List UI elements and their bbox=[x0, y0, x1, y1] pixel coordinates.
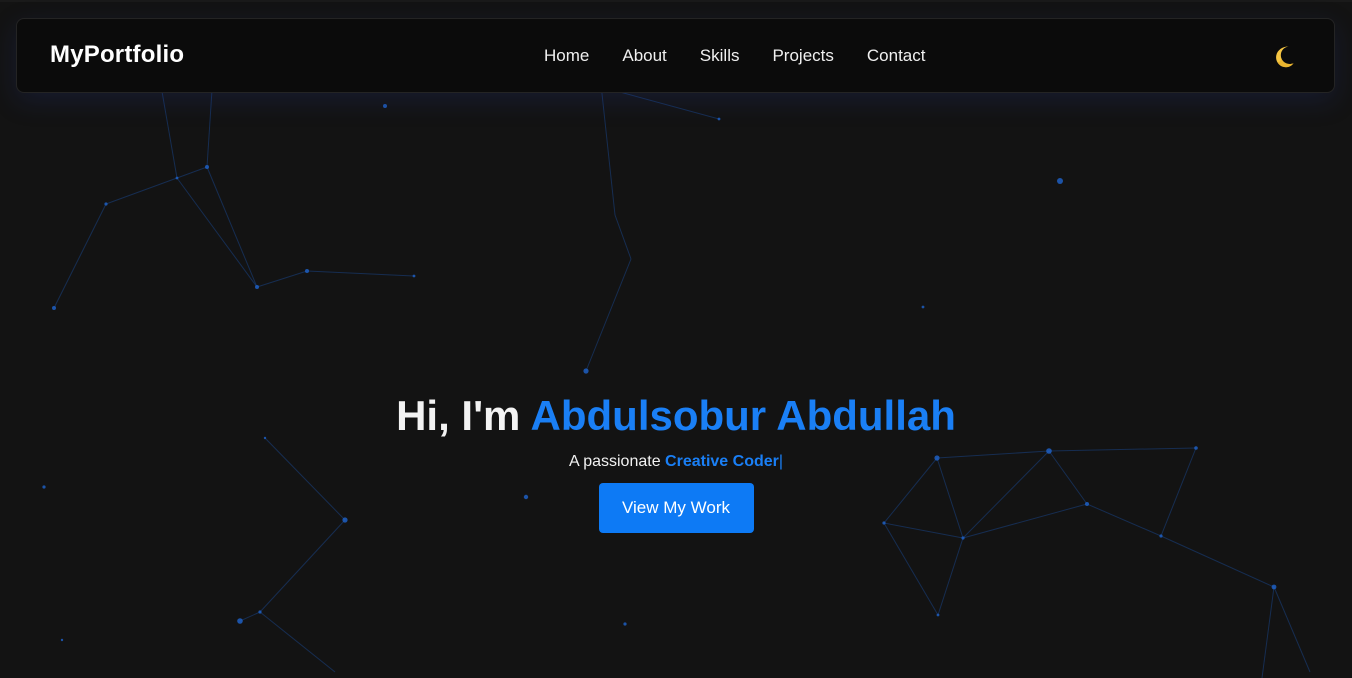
nav-links: Home About Skills Projects Contact bbox=[544, 46, 925, 66]
view-my-work-button[interactable]: View My Work bbox=[598, 483, 754, 533]
nav-link-home[interactable]: Home bbox=[544, 46, 589, 66]
brand-logo[interactable]: MyPortfolio bbox=[50, 41, 184, 69]
hero-heading: Hi, I'm Abdulsobur Abdullah bbox=[396, 390, 956, 442]
tagline-prefix: A passionate bbox=[568, 453, 666, 470]
navbar: MyPortfolio Home About Skills Projects C… bbox=[16, 18, 1335, 93]
tagline-role: Creative Coder bbox=[665, 453, 779, 470]
particle-background bbox=[42, 74, 1311, 678]
page: MyPortfolio Home About Skills Projects C… bbox=[0, 0, 1352, 678]
hero-greeting: Hi, I'm bbox=[396, 392, 531, 439]
typing-cursor: | bbox=[778, 453, 784, 470]
hero-tagline: A passionate Creative Coder| bbox=[569, 452, 783, 472]
hero-name: Abdulsobur Abdullah bbox=[530, 392, 956, 439]
particle-nodes bbox=[42, 104, 1277, 642]
nav-link-projects[interactable]: Projects bbox=[772, 46, 833, 66]
theme-toggle-button[interactable] bbox=[1272, 43, 1298, 69]
particle-links bbox=[53, 74, 1311, 678]
nav-link-skills[interactable]: Skills bbox=[700, 46, 740, 66]
nav-link-about[interactable]: About bbox=[622, 46, 666, 66]
nav-link-contact[interactable]: Contact bbox=[867, 46, 926, 66]
crescent-moon-icon bbox=[1276, 46, 1294, 68]
hero-section: Hi, I'm Abdulsobur Abdullah A passionate… bbox=[0, 390, 1352, 533]
